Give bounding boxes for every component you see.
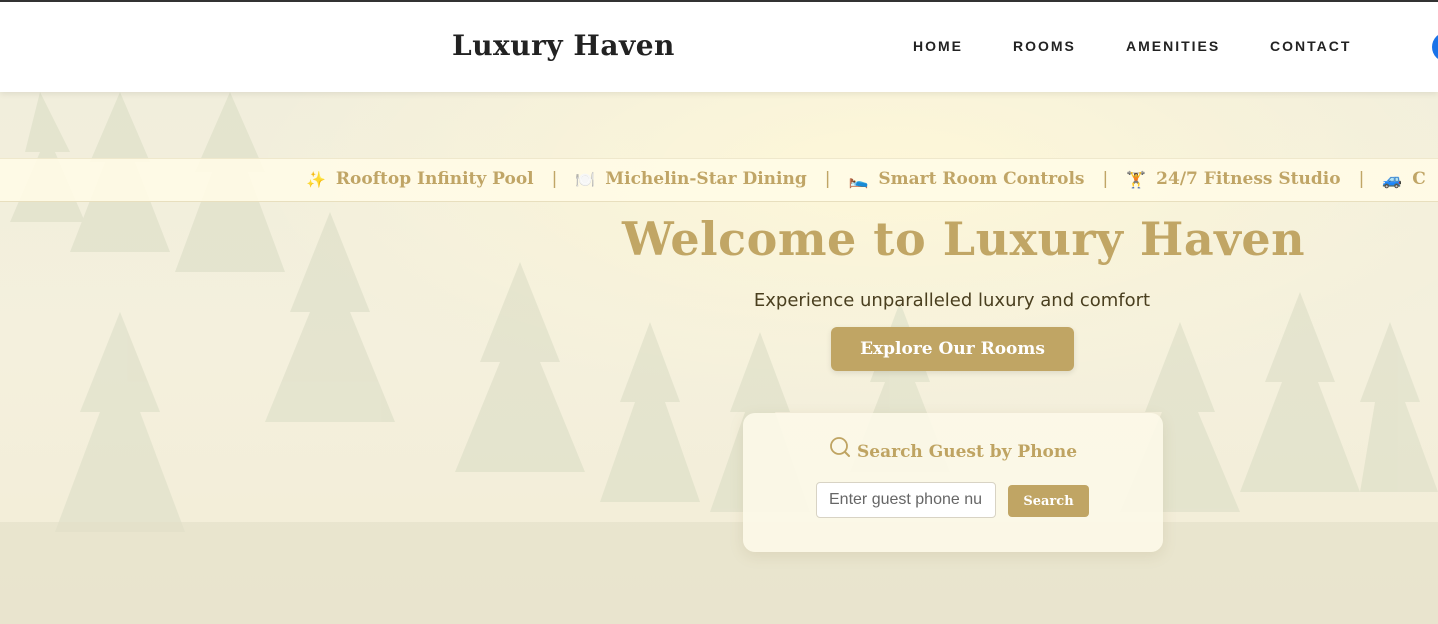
weightlifter-icon: 🏋️	[1126, 169, 1147, 189]
nav-link-contact[interactable]: CONTACT	[1270, 38, 1351, 54]
ticker-item: 🛌 Smart Room Controls	[848, 169, 1084, 189]
sparkles-icon: ✨	[306, 169, 326, 189]
ticker-item-label: 24/7 Fitness Studio	[1156, 169, 1341, 189]
ticker-item-label: Michelin-Star Dining	[605, 169, 807, 189]
guest-phone-input[interactable]	[816, 482, 996, 518]
ticker-track: ✨ Rooftop Infinity Pool | 🍽️ Michelin-St…	[306, 169, 1426, 189]
nav-link-rooms[interactable]: ROOMS	[1013, 38, 1076, 54]
explore-rooms-button[interactable]: Explore Our Rooms	[831, 327, 1074, 371]
ticker-separator: |	[824, 169, 831, 189]
search-card-title: Search Guest by Phone	[857, 442, 1078, 462]
plate-cutlery-icon: 🍽️	[575, 169, 596, 189]
search-icon	[830, 437, 850, 457]
amenities-ticker: ✨ Rooftop Infinity Pool | 🍽️ Michelin-St…	[0, 158, 1438, 202]
hero-subtitle: Experience unparalleled luxury and comfo…	[753, 290, 1151, 311]
ticker-item: 🍽️ Michelin-Star Dining	[575, 169, 806, 189]
car-icon: 🚙	[1382, 169, 1403, 189]
nav-link-home[interactable]: HOME	[913, 38, 963, 54]
hero-section: ✨ Rooftop Infinity Pool | 🍽️ Michelin-St…	[0, 92, 1438, 624]
site-header: Luxury Haven HOME ROOMS AMENITIES CONTAC…	[0, 2, 1438, 92]
ticker-item-label: Smart Room Controls	[878, 169, 1085, 189]
hero-title: Welcome to Luxury Haven	[622, 212, 1306, 266]
search-button[interactable]: Search	[1008, 485, 1089, 517]
bed-icon: 🛌	[848, 169, 869, 189]
guest-search-card: Search Guest by Phone Search	[743, 413, 1163, 552]
nav-link-amenities[interactable]: AMENITIES	[1126, 38, 1220, 54]
main-nav: HOME ROOMS AMENITIES CONTACT	[0, 38, 1438, 58]
ticker-separator: |	[1358, 169, 1365, 189]
ticker-item-label: Rooftop Infinity Pool	[335, 169, 534, 189]
search-card-heading: Search Guest by Phone	[829, 437, 1078, 462]
ticker-separator: |	[551, 169, 558, 189]
ticker-item: 🏋️ 24/7 Fitness Studio	[1126, 169, 1340, 189]
ticker-separator: |	[1102, 169, 1109, 189]
ticker-item: ✨ Rooftop Infinity Pool	[306, 169, 534, 189]
ticker-item: 🚙 C	[1382, 169, 1425, 189]
ticker-item-label: C	[1412, 169, 1426, 189]
